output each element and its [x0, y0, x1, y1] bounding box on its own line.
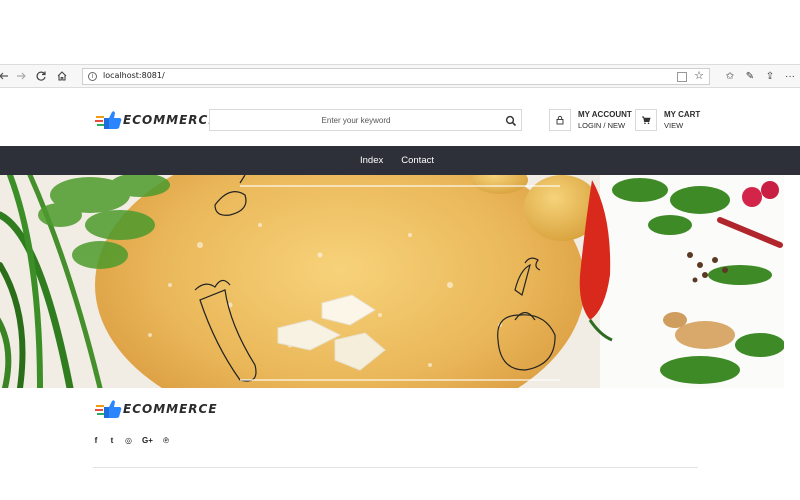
site-info-icon[interactable]: i: [88, 72, 97, 81]
nav-item-contact[interactable]: Contact: [401, 155, 434, 166]
share-icon[interactable]: ⇪: [760, 68, 780, 85]
search-box: [209, 109, 522, 131]
back-arrow-icon[interactable]: [0, 68, 12, 84]
account-button[interactable]: [549, 109, 571, 131]
account-subtitle[interactable]: LOGIN / NEW: [578, 120, 632, 131]
lock-icon: [556, 115, 564, 125]
refresh-icon[interactable]: [33, 68, 49, 84]
twitter-icon[interactable]: t: [109, 436, 115, 445]
logo-text: ECOMMERCE: [123, 113, 218, 127]
favorites-icon[interactable]: ✩: [720, 68, 740, 85]
browser-toolbar: i localhost:8081/ ☆ ✩ ✎ ⇪ ···: [0, 64, 800, 88]
home-icon[interactable]: [54, 68, 70, 84]
more-menu-icon[interactable]: ···: [780, 68, 800, 85]
hero-banner-image: [0, 175, 784, 388]
google-plus-icon[interactable]: G+: [142, 436, 153, 445]
forward-arrow-icon[interactable]: [13, 68, 29, 84]
nav-item-index[interactable]: Index: [360, 155, 383, 166]
pinterest-icon[interactable]: ℗: [163, 436, 169, 445]
footer-divider: [93, 467, 698, 468]
search-icon[interactable]: [505, 114, 517, 127]
search-input[interactable]: [210, 110, 502, 130]
social-links: f t ◎ G+ ℗: [93, 436, 179, 445]
instagram-icon[interactable]: ◎: [125, 436, 132, 445]
thumbs-up-logo-icon: [94, 398, 122, 420]
cart-link[interactable]: MY CART VIEW: [664, 109, 700, 131]
notes-pen-icon[interactable]: ✎: [740, 68, 760, 85]
account-title: MY ACCOUNT: [578, 110, 632, 119]
cart-subtitle[interactable]: VIEW: [664, 120, 700, 131]
footer-logo-text: ECOMMERCE: [123, 402, 218, 416]
main-nav: Index Contact: [0, 146, 800, 175]
address-url: localhost:8081/: [103, 71, 165, 80]
thumbs-up-logo-icon: [94, 109, 122, 131]
cart-icon: [642, 116, 651, 125]
reading-view-icon[interactable]: [677, 72, 687, 82]
desktop-blank-area: [0, 0, 800, 64]
site-logo[interactable]: ECOMMERCE: [94, 109, 218, 131]
browser-tools: ✩ ✎ ⇪ ···: [720, 68, 800, 85]
cart-button[interactable]: [635, 109, 657, 131]
favorite-star-icon[interactable]: ☆: [694, 69, 704, 82]
facebook-icon[interactable]: f: [93, 436, 99, 445]
account-link[interactable]: MY ACCOUNT LOGIN / NEW: [578, 109, 632, 131]
site-header: ECOMMERCE MY ACCOUNT LOGIN / NEW MY CART…: [0, 94, 800, 146]
address-bar[interactable]: i localhost:8081/ ☆: [82, 68, 710, 85]
footer-logo[interactable]: ECOMMERCE: [94, 398, 218, 420]
cart-title: MY CART: [664, 110, 701, 119]
